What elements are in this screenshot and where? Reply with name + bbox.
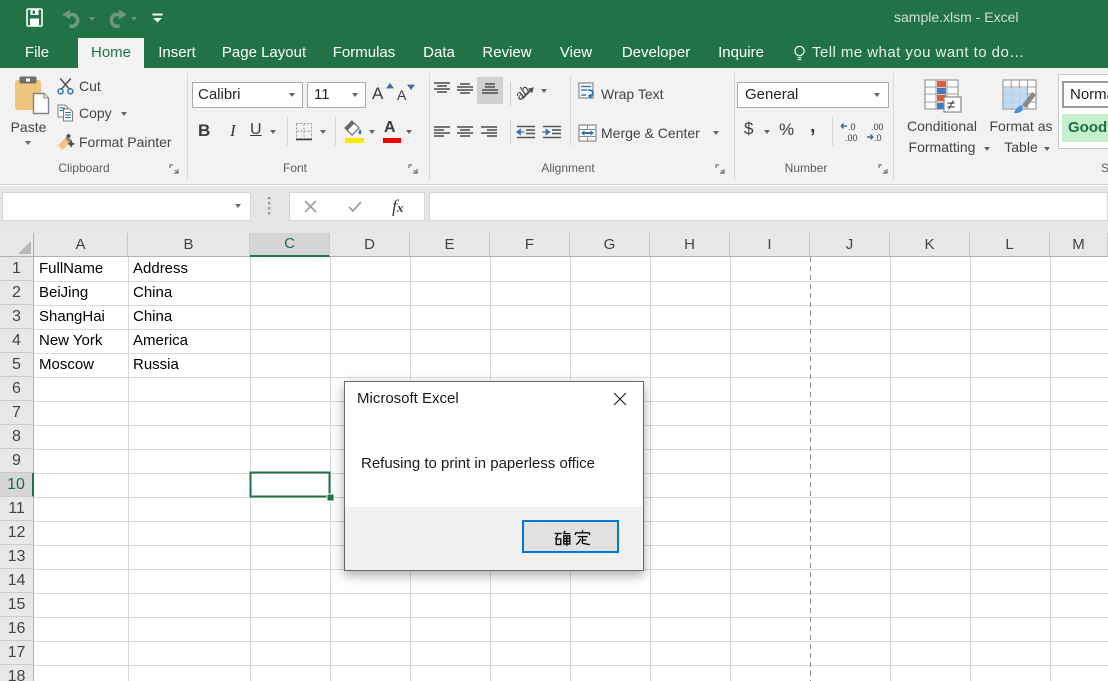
svg-text:.0: .0	[848, 122, 856, 132]
svg-text:.00: .00	[871, 122, 884, 132]
svg-text:≠: ≠	[947, 97, 955, 114]
svg-text:.00: .00	[845, 133, 858, 143]
svg-text:.0: .0	[874, 133, 882, 143]
